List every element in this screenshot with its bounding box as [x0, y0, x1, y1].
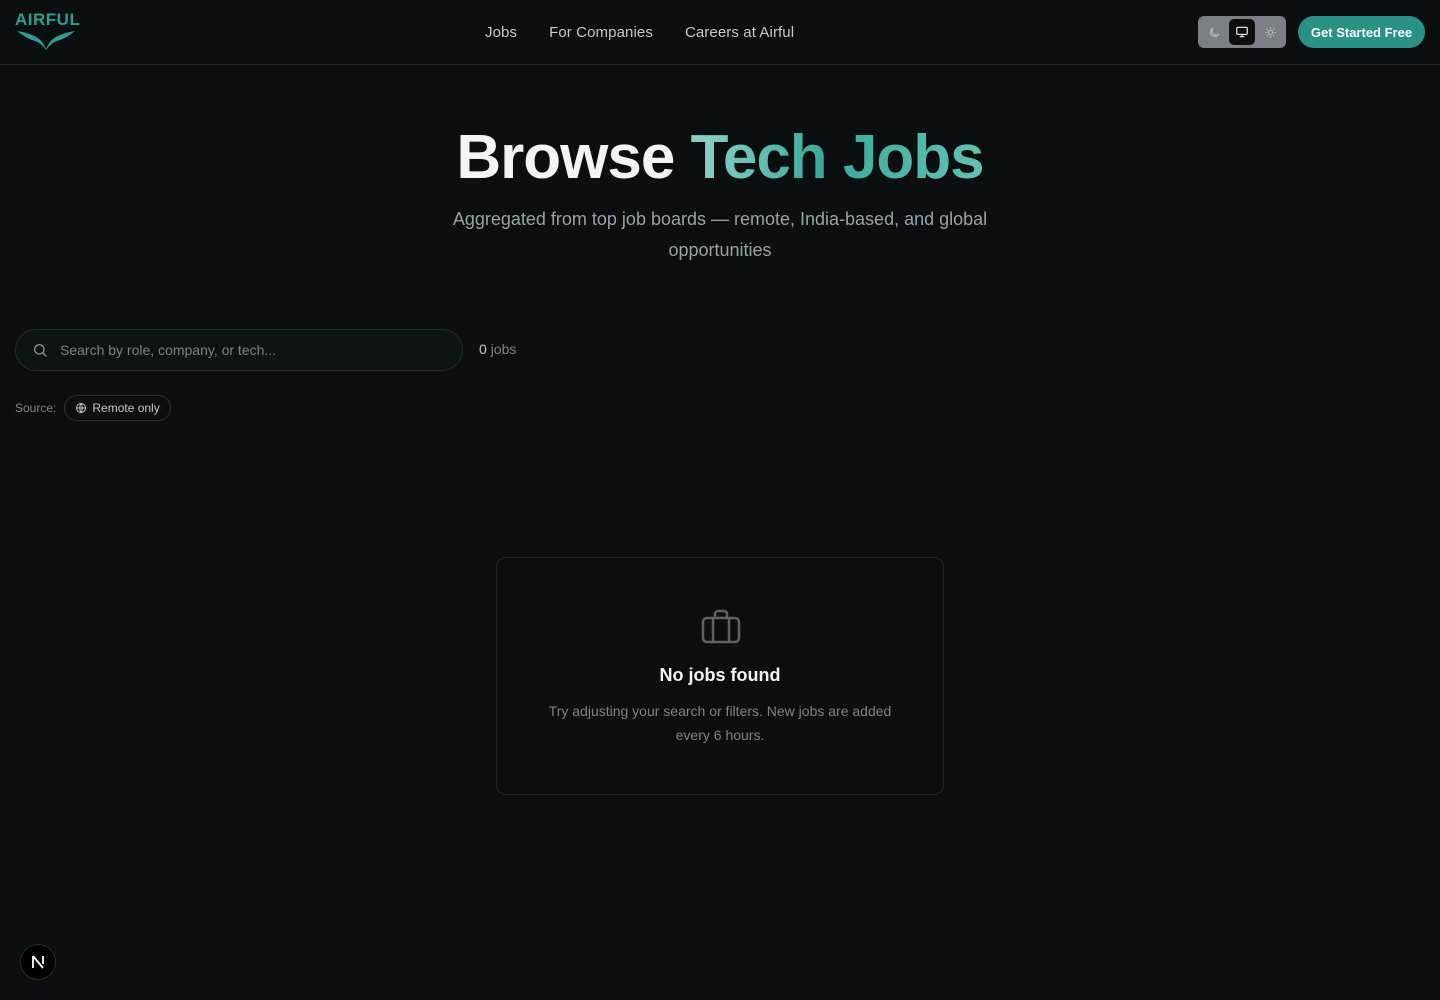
- site-header: AIRFUL Jobs For Companies Careers at Air…: [0, 0, 1440, 65]
- nav-for-companies[interactable]: For Companies: [549, 24, 653, 41]
- results-count-number: 0: [479, 341, 487, 357]
- nav-careers[interactable]: Careers at Airful: [685, 24, 794, 41]
- moon-icon: [1209, 27, 1219, 37]
- globe-icon: [76, 403, 87, 413]
- theme-light-button[interactable]: [1257, 19, 1283, 45]
- n-logo-icon: [32, 955, 44, 969]
- theme-system-button[interactable]: [1229, 19, 1255, 45]
- source-label: Source:: [15, 401, 57, 415]
- empty-state-text: Try adjusting your search or filters. Ne…: [548, 703, 892, 743]
- empty-state-title: No jobs found: [659, 665, 781, 685]
- monitor-icon: [1236, 26, 1248, 38]
- logo-text: AIRFUL: [15, 10, 81, 29]
- title-part-browse: Browse: [456, 123, 675, 192]
- title-part-tech-jobs: Tech Jobs: [690, 123, 985, 192]
- wing-icon: [17, 31, 75, 50]
- empty-state-card: No jobs found Try adjusting your search …: [496, 557, 944, 795]
- page-subtitle: Aggregated from top job boards — remote,…: [452, 209, 988, 260]
- airful-logo[interactable]: AIRFUL: [15, 10, 81, 52]
- page-title: Browse Tech Jobs: [0, 122, 1440, 194]
- sun-icon: [1264, 26, 1276, 38]
- main-nav: Jobs For Companies Careers at Airful: [485, 0, 794, 64]
- search-input[interactable]: [60, 342, 420, 358]
- theme-toggle: [1198, 16, 1286, 48]
- remote-only-chip[interactable]: Remote only: [64, 395, 171, 421]
- results-count-label: jobs: [490, 341, 517, 357]
- get-started-button[interactable]: Get Started Free: [1298, 16, 1425, 48]
- briefcase-icon: [701, 609, 741, 644]
- nextjs-dev-badge[interactable]: [20, 944, 56, 980]
- search-icon: [34, 344, 47, 357]
- theme-dark-button[interactable]: [1201, 19, 1227, 45]
- remote-only-label: Remote only: [92, 401, 160, 415]
- source-filter: Source: Remote only: [15, 395, 171, 421]
- results-count: 0 jobs: [479, 341, 516, 357]
- search-box: [15, 329, 463, 371]
- nav-jobs[interactable]: Jobs: [485, 24, 517, 41]
